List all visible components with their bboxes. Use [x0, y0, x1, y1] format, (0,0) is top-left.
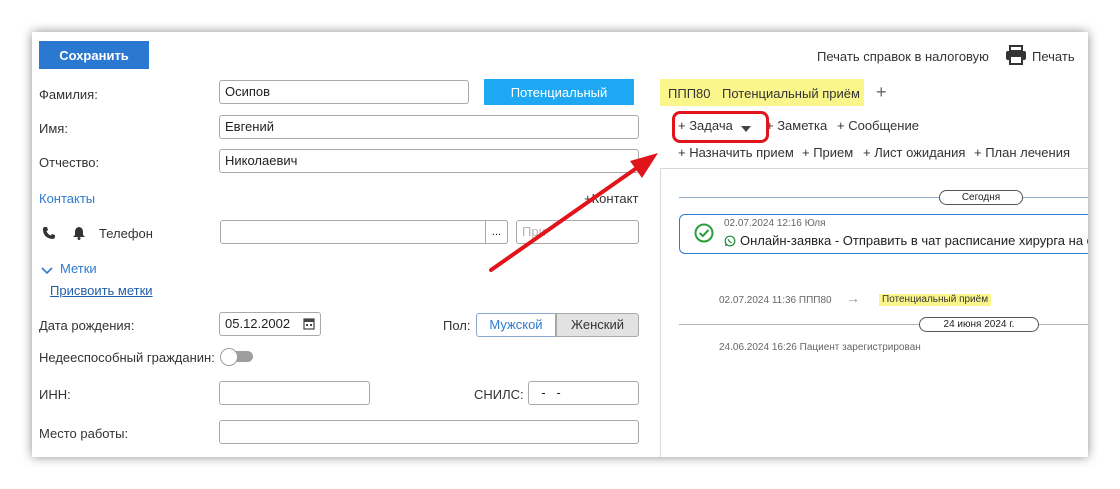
- annotation-arrow: [489, 153, 658, 272]
- patient-card-panel: Сохранить Печать справок в налоговую Печ…: [32, 32, 1088, 457]
